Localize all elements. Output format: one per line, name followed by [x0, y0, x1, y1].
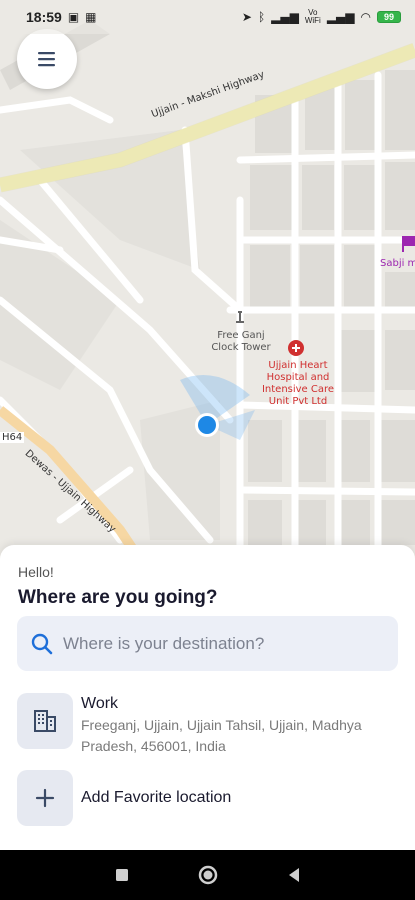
location-arrow-icon: ➤ — [241, 10, 252, 24]
bluetooth-icon: ᛒ — [257, 10, 266, 24]
wifi-icon: ◠ — [360, 10, 371, 24]
status-time: 18:59 — [26, 9, 62, 25]
route-code-label: H64 — [0, 432, 25, 443]
search-icon — [31, 633, 53, 654]
recents-button[interactable] — [115, 868, 129, 882]
building-icon — [17, 693, 73, 749]
volte-label: Vo WiFi — [304, 8, 321, 25]
home-button[interactable] — [198, 865, 218, 885]
signal-icon-1: ▂▄▆ — [271, 10, 299, 24]
clock-tower-label[interactable]: Free Ganj Clock Tower — [205, 330, 277, 354]
poi-right-label[interactable]: Sabji m — [380, 258, 415, 269]
destination-search[interactable]: Where is your destination? — [17, 616, 398, 671]
grid-notification-icon: ▦ — [85, 10, 97, 24]
system-nav-bar — [0, 850, 415, 900]
back-button[interactable] — [287, 867, 301, 883]
current-location-dot — [198, 416, 216, 434]
hamburger-icon — [38, 52, 55, 67]
favorite-item-work[interactable]: Work Freeganj, Ujjain, Ujjain Tahsil, Uj… — [17, 693, 398, 757]
destination-sheet: Hello! Where are you going? Where is you… — [0, 545, 415, 850]
plus-icon — [17, 770, 73, 826]
status-bar: 18:59 ▣ ▦ ➤ ᛒ ▂▄▆ Vo WiFi ▂▄▆ ◠ 99 — [0, 0, 415, 34]
add-favorite-button[interactable]: Add Favorite location — [17, 770, 398, 826]
signal-icon-2: ▂▄▆ — [326, 10, 355, 24]
hospital-label[interactable]: Ujjain Heart Hospital and Intensive Care… — [260, 360, 336, 408]
favorite-address: Freeganj, Ujjain, Ujjain Tahsil, Ujjain,… — [81, 717, 362, 754]
greeting-text: Hello! — [18, 564, 54, 580]
menu-button[interactable] — [17, 29, 77, 89]
search-placeholder: Where is your destination? — [63, 633, 265, 653]
add-favorite-label: Add Favorite location — [81, 789, 232, 806]
sheet-title: Where are you going? — [18, 587, 218, 608]
image-notification-icon: ▣ — [67, 10, 80, 24]
favorite-title: Work — [81, 695, 119, 712]
battery-icon: 99 — [377, 11, 401, 23]
